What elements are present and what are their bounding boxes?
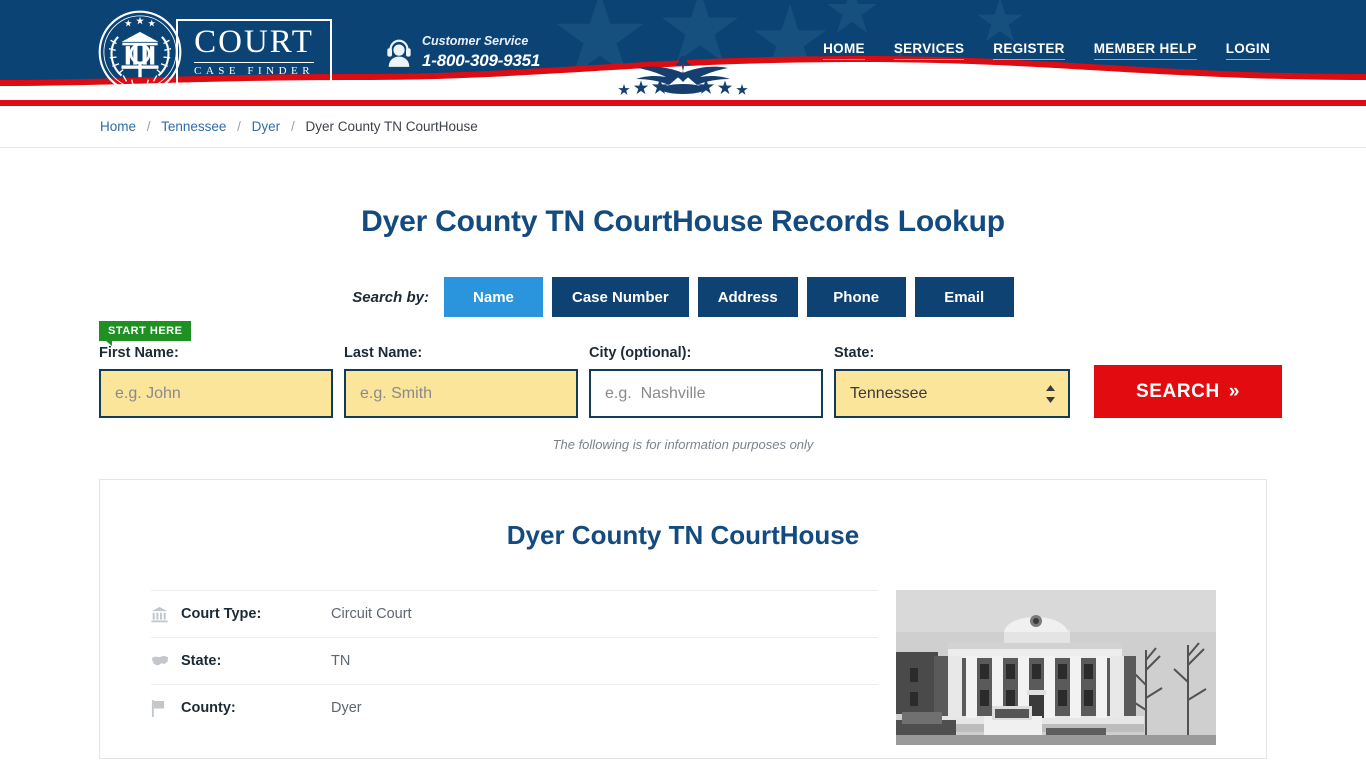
- breadcrumb-item-home[interactable]: Home: [100, 119, 136, 134]
- city-group: City (optional):: [589, 345, 823, 418]
- tab-phone[interactable]: Phone: [807, 277, 906, 317]
- tab-address[interactable]: Address: [698, 277, 798, 317]
- first-name-label: First Name:: [99, 345, 333, 361]
- first-name-group: First Name:: [99, 345, 333, 418]
- state-select[interactable]: [834, 369, 1070, 418]
- us-map-icon: [151, 654, 181, 668]
- logo-title: COURT: [194, 26, 314, 59]
- tab-email[interactable]: Email: [915, 277, 1014, 317]
- search-by-tabs: Search by: Name Case Number Address Phon…: [0, 277, 1366, 317]
- customer-service-label: Customer Service: [422, 34, 540, 50]
- logo-text-block: COURT CASE FINDER: [176, 19, 332, 85]
- start-here-badge: START HERE: [99, 321, 191, 341]
- card-title: Dyer County TN CourtHouse: [100, 520, 1266, 551]
- courthouse-details-table: Court Type: Circuit Court State: TN: [151, 590, 878, 745]
- flag-icon: [151, 700, 181, 717]
- search-button[interactable]: SEARCH »: [1094, 365, 1282, 418]
- site-header: COURT CASE FINDER Customer Service 1-800…: [0, 0, 1366, 100]
- courthouse-photo: [896, 590, 1216, 745]
- detail-key: County:: [181, 700, 331, 716]
- nav-item-services[interactable]: SERVICES: [894, 41, 964, 60]
- breadcrumb-separator: /: [291, 119, 295, 134]
- table-row: County: Dyer: [151, 684, 878, 731]
- logo-divider: [194, 62, 314, 63]
- breadcrumb-separator: /: [147, 119, 151, 134]
- city-input[interactable]: [589, 369, 823, 418]
- search-fields-row: First Name: Last Name: City (optional): …: [0, 317, 1366, 418]
- last-name-input[interactable]: [344, 369, 578, 418]
- detail-key: Court Type:: [181, 606, 331, 622]
- search-by-label: Search by:: [352, 289, 429, 306]
- nav-item-register[interactable]: REGISTER: [993, 41, 1064, 60]
- breadcrumb-item-tennessee[interactable]: Tennessee: [161, 119, 226, 134]
- disclaimer-text: The following is for information purpose…: [0, 437, 1366, 452]
- headset-support-icon: [385, 37, 413, 67]
- site-logo[interactable]: COURT CASE FINDER: [98, 10, 332, 94]
- tab-case-number[interactable]: Case Number: [552, 277, 689, 317]
- search-form: START HERE First Name: Last Name: City (…: [0, 317, 1366, 418]
- last-name-group: Last Name:: [344, 345, 578, 418]
- page-title: Dyer County TN CourtHouse Records Lookup: [0, 205, 1366, 239]
- tab-name[interactable]: Name: [444, 277, 543, 317]
- first-name-input[interactable]: [99, 369, 333, 418]
- courthouse-photo-wrap: [896, 590, 1216, 745]
- customer-service-block[interactable]: Customer Service 1-800-309-9351: [385, 34, 540, 71]
- state-label: State:: [834, 345, 1070, 361]
- table-row: State: TN: [151, 637, 878, 684]
- customer-service-phone[interactable]: 1-800-309-9351: [422, 50, 540, 71]
- court-seal-icon: [98, 10, 182, 94]
- breadcrumb-separator: /: [237, 119, 241, 134]
- nav-item-home[interactable]: HOME: [823, 41, 865, 60]
- detail-value: TN: [331, 653, 350, 669]
- detail-value: Dyer: [331, 700, 362, 716]
- courthouse-info-card: Dyer County TN CourtHouse Court Type: Ci…: [99, 479, 1267, 759]
- nav-item-member-help[interactable]: MEMBER HELP: [1094, 41, 1197, 60]
- logo-subtitle: CASE FINDER: [194, 66, 314, 77]
- city-label: City (optional):: [589, 345, 823, 361]
- search-button-label: SEARCH: [1136, 381, 1220, 403]
- state-group: State:: [834, 345, 1070, 418]
- breadcrumb-bar: Home / Tennessee / Dyer / Dyer County TN…: [0, 106, 1366, 148]
- card-body: Court Type: Circuit Court State: TN: [100, 590, 1266, 745]
- breadcrumb-item-current: Dyer County TN CourtHouse: [305, 119, 477, 134]
- breadcrumb: Home / Tennessee / Dyer / Dyer County TN…: [100, 119, 478, 134]
- table-row: Court Type: Circuit Court: [151, 590, 878, 637]
- last-name-label: Last Name:: [344, 345, 578, 361]
- breadcrumb-item-dyer[interactable]: Dyer: [252, 119, 281, 134]
- double-chevron-right-icon: »: [1229, 381, 1240, 403]
- nav-item-login[interactable]: LOGIN: [1226, 41, 1270, 60]
- bank-icon: [151, 606, 181, 623]
- detail-key: State:: [181, 653, 331, 669]
- main-navigation: HOME SERVICES REGISTER MEMBER HELP LOGIN: [823, 41, 1270, 60]
- detail-value: Circuit Court: [331, 606, 412, 622]
